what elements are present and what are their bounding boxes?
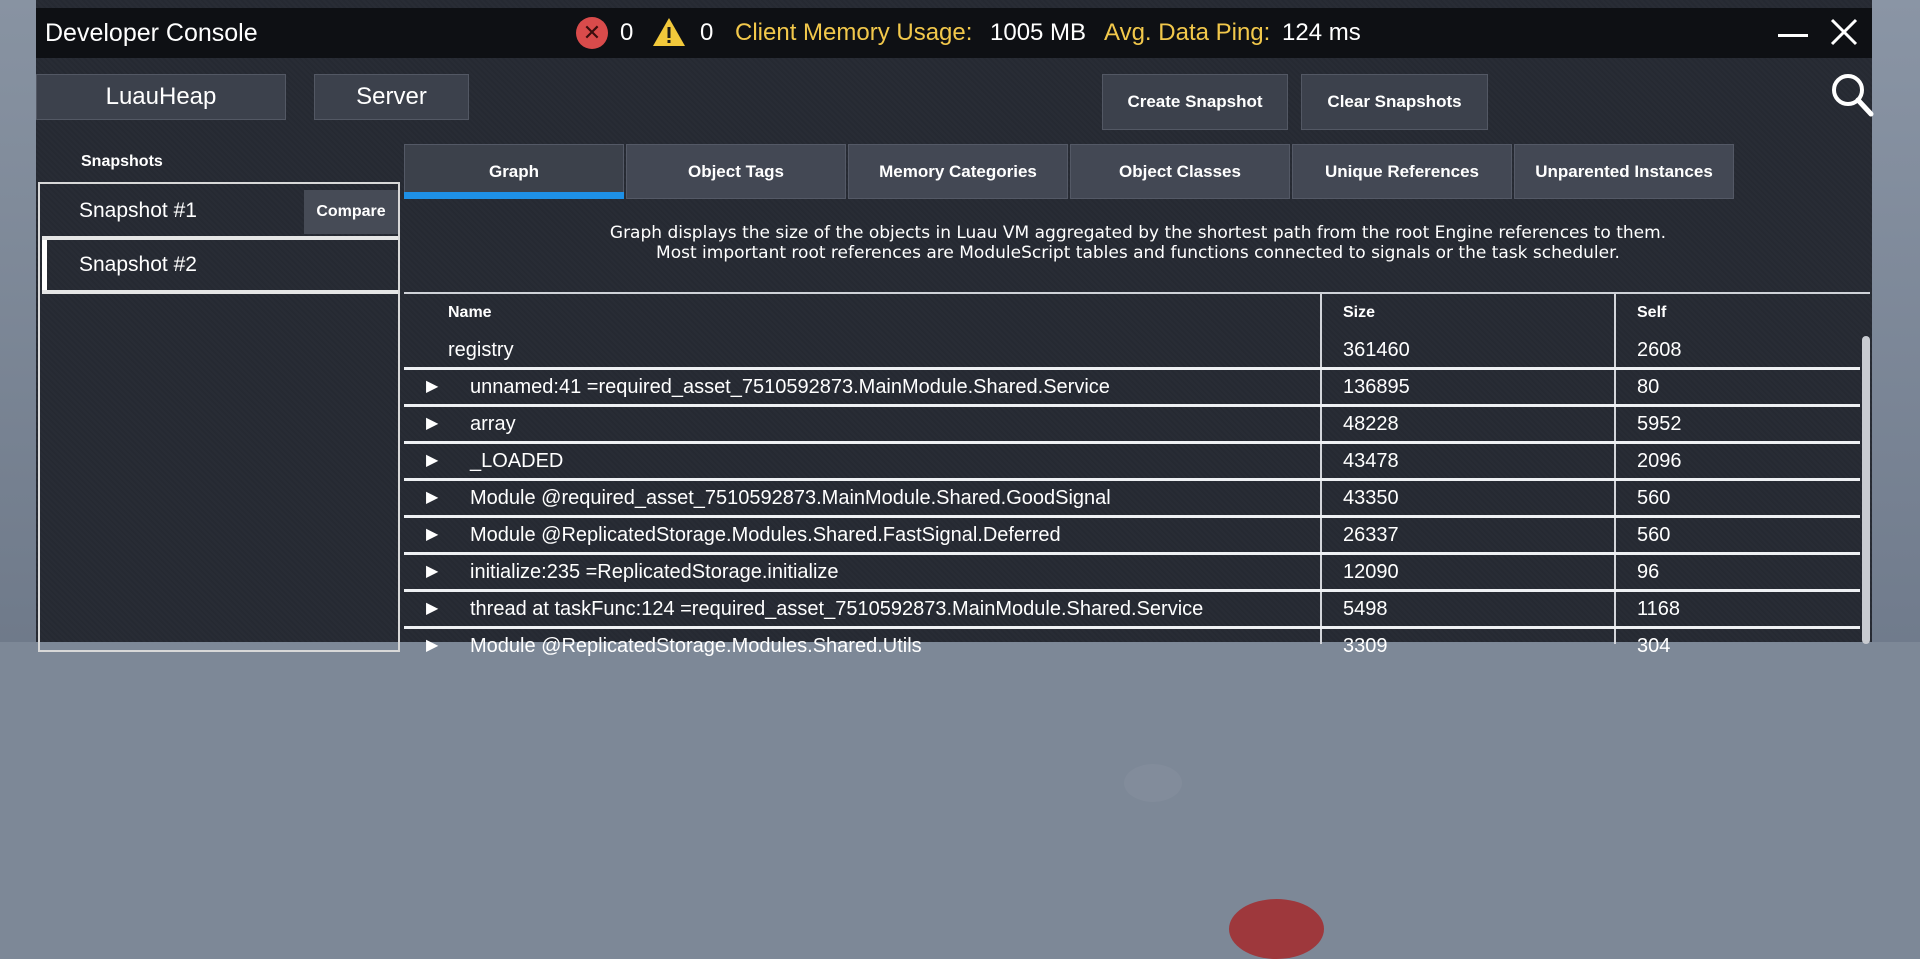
expand-arrow-icon[interactable]: ▶	[426, 443, 438, 479]
snapshot-item-label: Snapshot #1	[79, 199, 197, 222]
background-right	[1872, 0, 1920, 642]
row-name: Module @ReplicatedStorage.Modules.Shared…	[470, 635, 922, 657]
server-button[interactable]: Server	[314, 74, 469, 120]
snapshot-divider	[42, 290, 398, 294]
table-row[interactable]: ▶ Module @ReplicatedStorage.Modules.Shar…	[404, 517, 1860, 555]
expand-arrow-icon[interactable]: ▶	[426, 554, 438, 590]
row-name: unnamed:41 =required_asset_7510592873.Ma…	[470, 376, 1110, 398]
memory-usage-value: 1005 MB	[990, 19, 1087, 46]
row-name: thread at taskFunc:124 =required_asset_7…	[470, 598, 1204, 620]
row-self: 96	[1637, 561, 1660, 583]
description-line-1: Graph displays the size of the objects i…	[609, 223, 1667, 243]
table-row[interactable]: ▶ initialize:235 =ReplicatedStorage.init…	[404, 554, 1860, 592]
table-row[interactable]: ▶ Module @required_asset_7510592873.Main…	[404, 480, 1860, 518]
compare-button[interactable]: Compare	[304, 190, 398, 234]
row-size: 361460	[1343, 339, 1410, 361]
table-row[interactable]: ▶ thread at taskFunc:124 =required_asset…	[404, 591, 1860, 629]
table-scrollbar[interactable]	[1862, 336, 1870, 644]
tab-label: Object Tags	[687, 162, 785, 181]
row-name: registry	[448, 339, 514, 361]
row-self: 304	[1637, 635, 1671, 657]
expand-arrow-icon[interactable]: ▶	[426, 369, 438, 405]
row-size: 26337	[1343, 524, 1399, 546]
expand-arrow-icon[interactable]: ▶	[426, 591, 438, 627]
close-icon[interactable]	[1826, 14, 1862, 50]
data-ping-value: 124 ms	[1282, 19, 1361, 46]
table-row[interactable]: ▶ array 48228 5952	[404, 406, 1860, 444]
row-name: initialize:235 =ReplicatedStorage.initia…	[470, 561, 839, 583]
minimize-icon[interactable]	[1776, 23, 1810, 47]
snapshot-list: Snapshot #1 Compare Snapshot #2	[38, 182, 400, 652]
snapshot-item-1[interactable]: Snapshot #1 Compare	[42, 186, 398, 236]
column-header-name[interactable]: Name	[448, 294, 492, 332]
search-icon[interactable]	[1830, 72, 1874, 118]
warning-count[interactable]: 0	[700, 8, 713, 58]
snapshot-item-label: Snapshot #2	[79, 253, 197, 276]
row-self: 1168	[1637, 598, 1681, 620]
expand-arrow-icon[interactable]: ▶	[426, 628, 438, 664]
overlay-red-shape	[1229, 899, 1324, 959]
warning-triangle-icon[interactable]	[652, 16, 686, 48]
description-line-2: Most important root references are Modul…	[656, 243, 1620, 263]
row-name: array	[470, 413, 516, 435]
tab-label: Graph	[488, 162, 540, 181]
tab-unique-references[interactable]: Unique References	[1292, 144, 1512, 199]
row-self: 2608	[1637, 339, 1682, 361]
row-size: 43350	[1343, 487, 1399, 509]
active-tab-indicator	[404, 192, 624, 199]
row-self: 560	[1637, 524, 1671, 546]
column-header-self[interactable]: Self	[1637, 294, 1666, 332]
tab-unparented-instances[interactable]: Unparented Instances	[1514, 144, 1734, 199]
row-size: 12090	[1343, 561, 1399, 583]
tab-label: Unique References	[1325, 162, 1479, 181]
tab-label: Object Classes	[1119, 162, 1241, 181]
tab-memory-categories[interactable]: Memory Categories	[848, 144, 1068, 199]
background-left	[0, 0, 36, 642]
window-title: Developer Console	[45, 19, 258, 47]
row-name: Module @required_asset_7510592873.MainMo…	[470, 487, 1111, 509]
table-row[interactable]: ▶ Module @ReplicatedStorage.Modules.Shar…	[404, 628, 1860, 665]
row-size: 136895	[1343, 376, 1410, 398]
tab-label: Memory Categories	[879, 162, 1037, 181]
tab-object-tags[interactable]: Object Tags	[626, 144, 846, 199]
expand-arrow-icon[interactable]: ▶	[426, 517, 438, 553]
row-self: 80	[1637, 376, 1660, 398]
row-size: 3309	[1343, 635, 1388, 657]
graph-table: Name Size Self registry 361460 2608 ▶ un…	[404, 292, 1870, 959]
row-self: 5952	[1637, 413, 1682, 435]
row-name: Module @ReplicatedStorage.Modules.Shared…	[470, 524, 1061, 546]
memory-usage-label: Client Memory Usage:	[735, 19, 973, 46]
column-header-size[interactable]: Size	[1343, 294, 1375, 332]
title-bar: Developer Console ✕ 0 0 Client Memory Us…	[36, 8, 1872, 58]
row-self: 2096	[1637, 450, 1682, 472]
clear-snapshots-button[interactable]: Clear Snapshots	[1301, 74, 1488, 130]
watermark-shape	[1124, 764, 1182, 802]
luauheap-button[interactable]: LuauHeap	[36, 74, 286, 120]
expand-arrow-icon[interactable]: ▶	[426, 406, 438, 442]
tab-graph[interactable]: Graph	[404, 144, 624, 199]
table-row[interactable]: registry 361460 2608	[404, 332, 1860, 370]
graph-description: Graph displays the size of the objects i…	[404, 223, 1872, 263]
tab-label: Unparented Instances	[1535, 162, 1713, 181]
row-self: 560	[1637, 487, 1671, 509]
table-row[interactable]: ▶ unnamed:41 =required_asset_7510592873.…	[404, 369, 1860, 407]
error-count[interactable]: 0	[620, 8, 633, 58]
data-ping-label: Avg. Data Ping:	[1104, 19, 1271, 46]
create-snapshot-button[interactable]: Create Snapshot	[1102, 74, 1288, 130]
row-name: _LOADED	[470, 450, 564, 472]
snapshot-item-2[interactable]: Snapshot #2	[42, 240, 398, 290]
expand-arrow-icon[interactable]: ▶	[426, 480, 438, 516]
row-size: 5498	[1343, 598, 1388, 620]
row-size: 43478	[1343, 450, 1399, 472]
tab-object-classes[interactable]: Object Classes	[1070, 144, 1290, 199]
developer-console-window: Developer Console ✕ 0 0 Client Memory Us…	[36, 0, 1874, 959]
error-x-circle-icon[interactable]: ✕	[576, 17, 608, 49]
table-row[interactable]: ▶ _LOADED 43478 2096	[404, 443, 1860, 481]
snapshots-header: Snapshots	[81, 153, 163, 170]
row-size: 48228	[1343, 413, 1399, 435]
